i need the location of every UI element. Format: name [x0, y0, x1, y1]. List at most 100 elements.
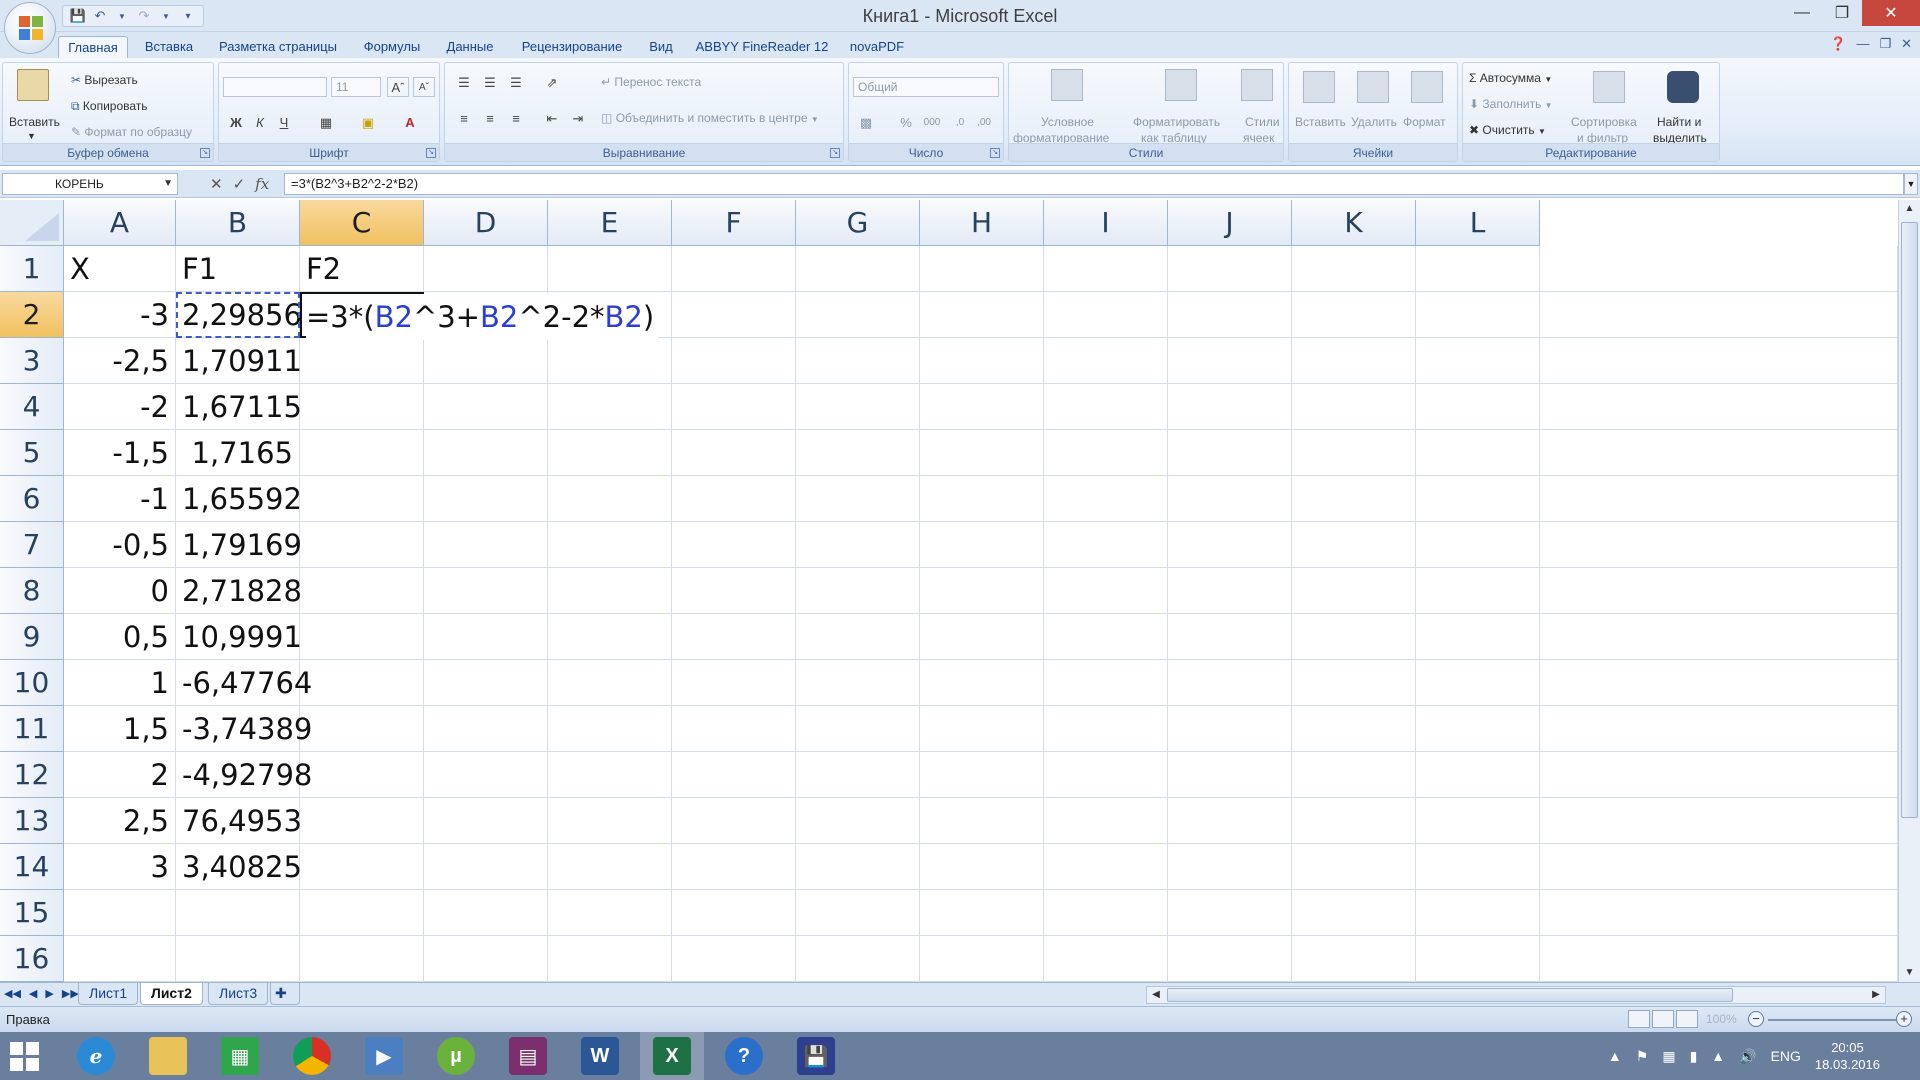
- cell-f8[interactable]: [672, 568, 796, 614]
- insert-cells-icon[interactable]: [1303, 71, 1335, 103]
- tab-novapdf[interactable]: novaPDF: [844, 36, 910, 58]
- insert-cells-button[interactable]: Вставить: [1295, 115, 1346, 129]
- cell-f10[interactable]: [672, 660, 796, 706]
- cell-d1[interactable]: [424, 246, 548, 292]
- cell-b14[interactable]: 3,40825: [176, 844, 302, 890]
- tab-formulas[interactable]: Формулы: [356, 36, 428, 58]
- bold-button[interactable]: Ж: [225, 113, 247, 133]
- tab-abbyy[interactable]: ABBYY FineReader 12: [692, 36, 832, 58]
- cell-overflow[interactable]: [1540, 706, 1898, 752]
- cell-overflow[interactable]: [1540, 614, 1898, 660]
- orientation-icon[interactable]: ⇗: [541, 73, 563, 93]
- cell-b10[interactable]: -6,47764: [176, 660, 312, 706]
- cell-f3[interactable]: [672, 338, 796, 384]
- cell-k5[interactable]: [1292, 430, 1416, 476]
- cell-l9[interactable]: [1416, 614, 1540, 660]
- increase-decimal-icon[interactable]: ,0: [949, 113, 971, 133]
- cell-i7[interactable]: [1044, 522, 1168, 568]
- cell-b1[interactable]: F1: [176, 246, 300, 292]
- format-cells-icon[interactable]: [1411, 71, 1443, 103]
- tab-page-layout[interactable]: Разметка страницы: [210, 36, 346, 58]
- cell-i16[interactable]: [1044, 936, 1168, 982]
- format-cells-button[interactable]: Формат: [1403, 115, 1446, 129]
- cell-overflow[interactable]: [1540, 798, 1898, 844]
- taskbar-internet-explorer[interactable]: e: [64, 1032, 128, 1080]
- row-header-16[interactable]: 16: [0, 936, 64, 982]
- cell-a14[interactable]: 3: [64, 844, 176, 890]
- cell-k15[interactable]: [1292, 890, 1416, 936]
- copy-button[interactable]: ⧉ Копировать: [71, 99, 148, 114]
- tab-insert[interactable]: Вставка: [138, 36, 200, 58]
- cell-f9[interactable]: [672, 614, 796, 660]
- cell-b4[interactable]: 1,67115: [176, 384, 302, 430]
- row-header-1[interactable]: 1: [0, 246, 64, 292]
- expand-formula-bar-icon[interactable]: ▼: [1904, 173, 1918, 195]
- cell-g16[interactable]: [796, 936, 920, 982]
- chevron-down-icon[interactable]: ▼: [27, 131, 36, 141]
- cell-f11[interactable]: [672, 706, 796, 752]
- tab-data[interactable]: Данные: [438, 36, 502, 58]
- insert-function-icon[interactable]: fx: [255, 175, 269, 193]
- cell-f13[interactable]: [672, 798, 796, 844]
- cell-overflow[interactable]: [1540, 936, 1898, 982]
- cell-d3[interactable]: [424, 338, 548, 384]
- cell-overflow[interactable]: [1540, 660, 1898, 706]
- cell-k4[interactable]: [1292, 384, 1416, 430]
- cell-d4[interactable]: [424, 384, 548, 430]
- scroll-down-icon[interactable]: ▼: [1899, 964, 1920, 982]
- cell-h10[interactable]: [920, 660, 1044, 706]
- italic-button[interactable]: К: [249, 113, 271, 133]
- cell-overflow[interactable]: [1540, 476, 1898, 522]
- row-header-13[interactable]: 13: [0, 798, 64, 844]
- cell-e4[interactable]: [548, 384, 672, 430]
- tab-view[interactable]: Вид: [642, 36, 680, 58]
- cell-b7[interactable]: 1,79169: [176, 522, 302, 568]
- cell-overflow[interactable]: [1540, 752, 1898, 798]
- clock[interactable]: 20:05 18.03.2016: [1815, 1039, 1880, 1073]
- help-icon[interactable]: ❓: [1830, 36, 1846, 52]
- cell-i15[interactable]: [1044, 890, 1168, 936]
- cell-j11[interactable]: [1168, 706, 1292, 752]
- cell-a2[interactable]: -3: [64, 292, 176, 338]
- delete-cells-icon[interactable]: [1357, 71, 1389, 103]
- cell-i11[interactable]: [1044, 706, 1168, 752]
- tab-review[interactable]: Рецензирование: [512, 36, 632, 58]
- cell-g3[interactable]: [796, 338, 920, 384]
- cell-f16[interactable]: [672, 936, 796, 982]
- column-header-b[interactable]: B: [176, 200, 300, 246]
- cell-d13[interactable]: [424, 798, 548, 844]
- format-painter-button[interactable]: ✎ Формат по образцу: [71, 125, 192, 139]
- column-header-g[interactable]: G: [796, 200, 920, 246]
- cell-k7[interactable]: [1292, 522, 1416, 568]
- paste-button[interactable]: Вставить: [9, 115, 60, 129]
- sheet-tab-3[interactable]: Лист3: [208, 983, 269, 1005]
- cell-i10[interactable]: [1044, 660, 1168, 706]
- cell-h13[interactable]: [920, 798, 1044, 844]
- autosum-button[interactable]: Σ Автосумма ▼: [1469, 71, 1552, 85]
- row-header-11[interactable]: 11: [0, 706, 64, 752]
- conditional-format-label-1[interactable]: Условное: [1041, 115, 1094, 129]
- battery-icon[interactable]: ▮: [1690, 1048, 1698, 1065]
- cell-c10[interactable]: [300, 660, 424, 706]
- cell-a10[interactable]: 1: [64, 660, 176, 706]
- cell-overflow[interactable]: [1540, 384, 1898, 430]
- cell-l1[interactable]: [1416, 246, 1540, 292]
- cell-a3[interactable]: -2,5: [64, 338, 176, 384]
- cell-k11[interactable]: [1292, 706, 1416, 752]
- cell-j3[interactable]: [1168, 338, 1292, 384]
- cell-g12[interactable]: [796, 752, 920, 798]
- cell-h3[interactable]: [920, 338, 1044, 384]
- borders-icon[interactable]: ▦: [315, 113, 337, 133]
- cell-b2[interactable]: 2,29856: [176, 292, 302, 338]
- column-header-d[interactable]: D: [424, 200, 548, 246]
- cell-h8[interactable]: [920, 568, 1044, 614]
- cell-overflow[interactable]: [1540, 292, 1898, 338]
- office-button[interactable]: [4, 2, 56, 54]
- cell-d9[interactable]: [424, 614, 548, 660]
- flag-icon[interactable]: ⚑: [1636, 1048, 1649, 1065]
- cell-c9[interactable]: [300, 614, 424, 660]
- cell-k8[interactable]: [1292, 568, 1416, 614]
- cell-k9[interactable]: [1292, 614, 1416, 660]
- cell-l16[interactable]: [1416, 936, 1540, 982]
- cell-e14[interactable]: [548, 844, 672, 890]
